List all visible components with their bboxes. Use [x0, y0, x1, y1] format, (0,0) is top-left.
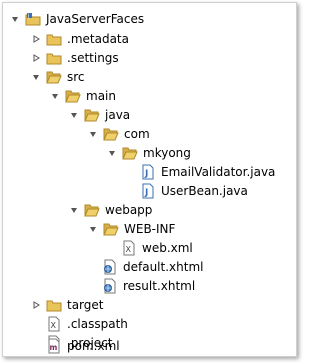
- tree-item-label: pom.xml: [67, 339, 120, 353]
- tree-item-webapp[interactable]: webapp: [3, 201, 296, 219]
- folder-icon: [46, 297, 62, 313]
- tree-item-web-xml[interactable]: X web.xml: [3, 239, 296, 257]
- expanded-toggle-icon[interactable]: [68, 109, 80, 121]
- java-project-icon: J: [25, 11, 41, 27]
- tree-item-label: mkyong: [143, 146, 191, 160]
- tree-item-label: main: [86, 89, 116, 103]
- open-folder-icon: [103, 221, 119, 237]
- tree-item-target[interactable]: target: [3, 296, 296, 314]
- tree-item-settings[interactable]: .settings: [3, 49, 296, 67]
- expanded-toggle-icon[interactable]: [87, 223, 99, 235]
- expanded-toggle-icon[interactable]: [30, 71, 42, 83]
- tree-item-label: UserBean.java: [161, 184, 248, 198]
- tree-item-label: result.xhtml: [123, 279, 196, 293]
- collapsed-toggle-icon[interactable]: [30, 299, 42, 311]
- open-folder-icon: [84, 202, 100, 218]
- folder-icon: [46, 50, 62, 66]
- tree-item-label: JavaServerFaces: [46, 12, 145, 26]
- tree-item-main[interactable]: main: [3, 87, 296, 105]
- tree-item-pom[interactable]: m pom.xml: [3, 338, 296, 355]
- tree-item-classpath[interactable]: X .classpath: [3, 315, 296, 333]
- tree-item-mkyong[interactable]: mkyong: [3, 144, 296, 162]
- xhtml-file-icon: [102, 259, 118, 275]
- collapsed-toggle-icon[interactable]: [30, 33, 42, 45]
- tree-item-label: default.xhtml: [123, 260, 204, 274]
- svg-text:X: X: [51, 321, 57, 330]
- svg-text:J: J: [144, 169, 148, 179]
- java-file-icon: J: [140, 164, 156, 180]
- tree-item-metadata[interactable]: .metadata: [3, 30, 296, 48]
- tree-item-project[interactable]: J JavaServerFaces: [3, 10, 296, 28]
- svg-text:J: J: [27, 14, 29, 20]
- tree-item-label: src: [67, 70, 85, 84]
- tree-item-com[interactable]: com: [3, 125, 296, 143]
- tree-item-label: com: [124, 127, 150, 141]
- svg-text:X: X: [126, 245, 132, 254]
- tree-item-label: web.xml: [142, 241, 193, 255]
- tree-item-label: .classpath: [67, 317, 128, 331]
- tree-item-label: .metadata: [67, 32, 129, 46]
- tree-item-label: .settings: [67, 51, 119, 65]
- tree-item-default-xhtml[interactable]: default.xhtml: [3, 258, 296, 276]
- open-folder-icon: [103, 126, 119, 142]
- tree-item-result-xhtml[interactable]: result.xhtml: [3, 277, 296, 295]
- project-explorer-tree: J JavaServerFaces .metadata .settings sr: [2, 2, 297, 357]
- tree-item-user-bean[interactable]: J UserBean.java: [3, 182, 296, 200]
- tree-item-label: EmailValidator.java: [161, 165, 276, 179]
- open-folder-icon: [122, 145, 138, 161]
- open-folder-icon: [65, 88, 81, 104]
- expanded-toggle-icon[interactable]: [106, 147, 118, 159]
- expanded-toggle-icon[interactable]: [49, 90, 61, 102]
- tree-item-label: java: [105, 108, 131, 122]
- tree-item-label: WEB-INF: [124, 222, 176, 236]
- xhtml-file-icon: [102, 278, 118, 294]
- tree-item-label: webapp: [105, 203, 153, 217]
- xml-file-icon: X: [121, 240, 137, 256]
- expanded-toggle-icon[interactable]: [68, 204, 80, 216]
- svg-text:J: J: [144, 188, 148, 198]
- tree-item-src[interactable]: src: [3, 68, 296, 86]
- expanded-toggle-icon[interactable]: [87, 128, 99, 140]
- svg-text:m: m: [50, 343, 58, 352]
- java-file-icon: J: [140, 183, 156, 199]
- tree-item-email-validator[interactable]: J EmailValidator.java: [3, 163, 296, 181]
- tree-item-java[interactable]: java: [3, 106, 296, 124]
- open-folder-icon: [84, 107, 100, 123]
- xml-file-icon: X: [46, 316, 62, 332]
- maven-pom-icon: m: [46, 338, 62, 354]
- tree-item-label: target: [67, 298, 104, 312]
- tree-item-web-inf[interactable]: WEB-INF: [3, 220, 296, 238]
- expanded-toggle-icon[interactable]: [9, 13, 21, 25]
- open-folder-icon: [46, 69, 62, 85]
- folder-icon: [46, 31, 62, 47]
- collapsed-toggle-icon[interactable]: [30, 52, 42, 64]
